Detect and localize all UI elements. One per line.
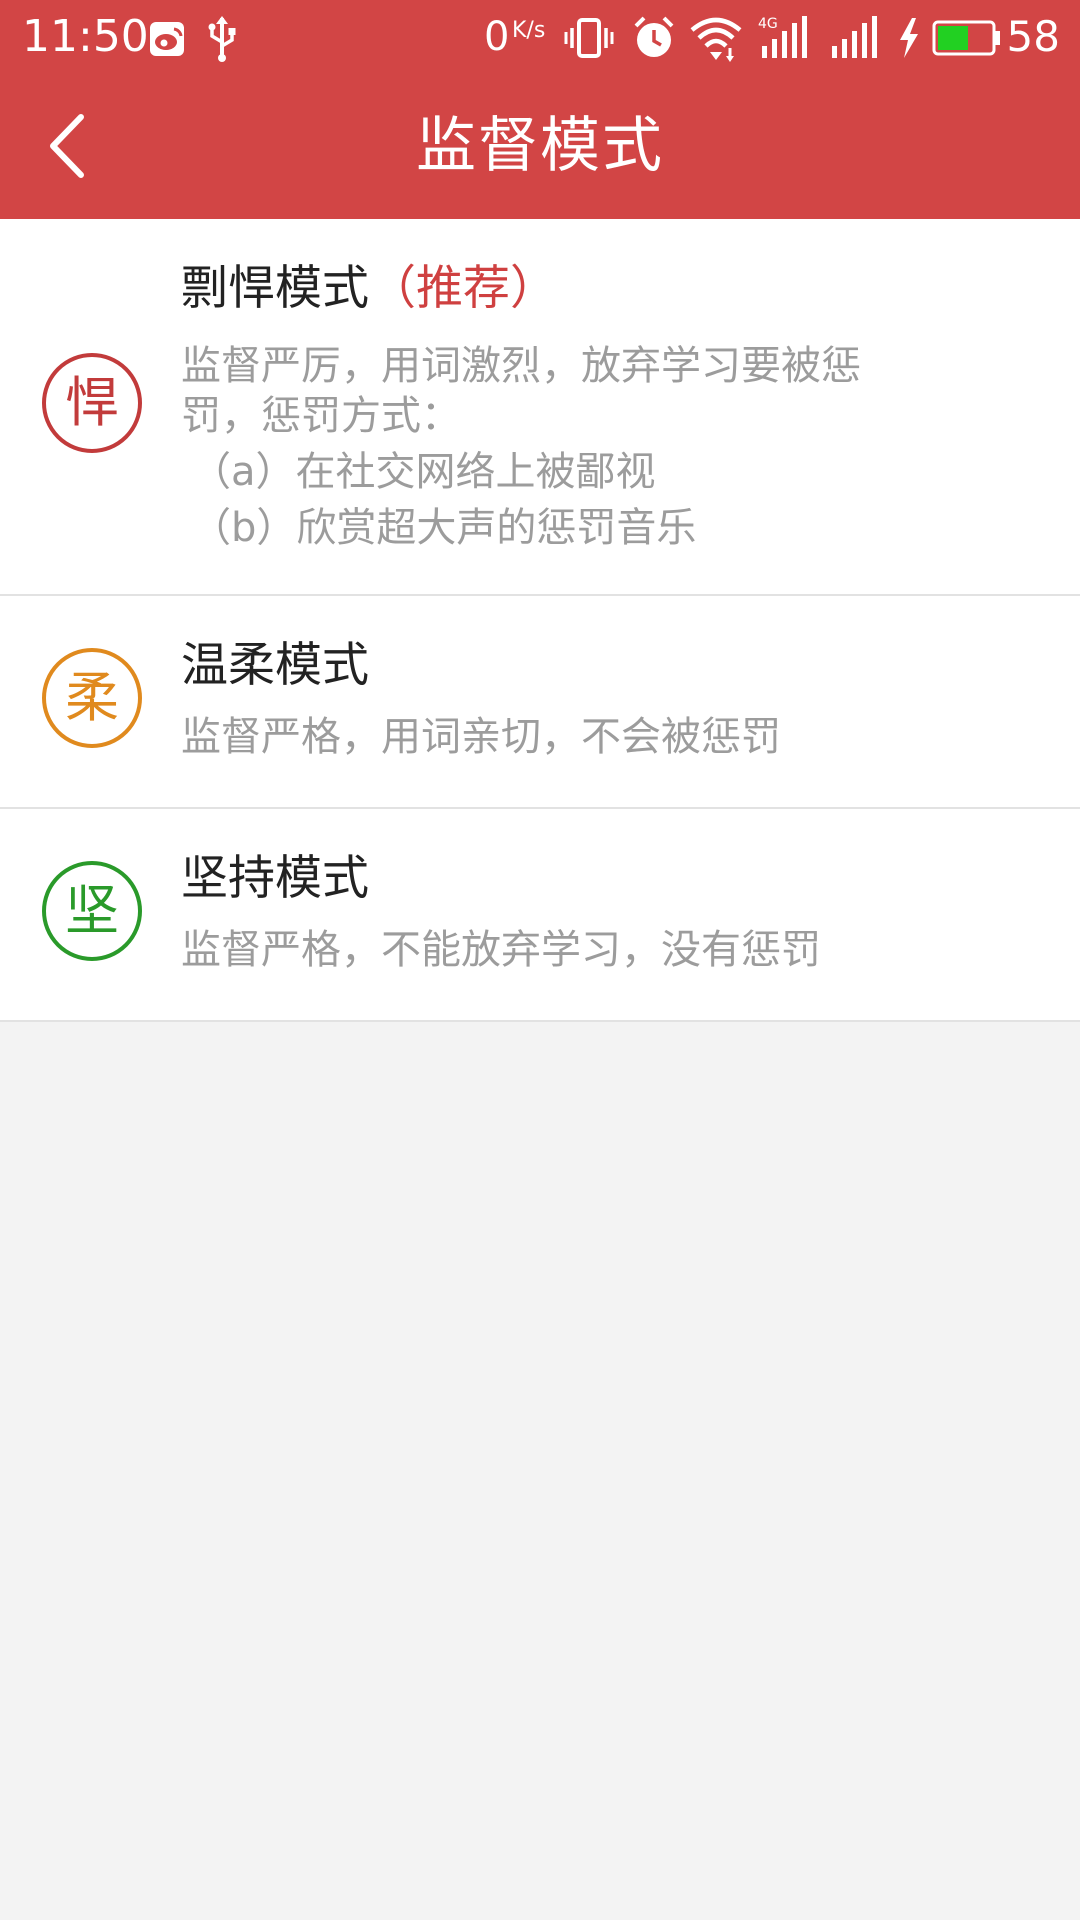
net-speed-value: 0 (484, 14, 510, 60)
penalty-line: （b）欣赏超大声的惩罚音乐 (191, 505, 697, 551)
battery-percent: 58 (1006, 12, 1060, 61)
mode-list: 悍 剽悍模式（推荐） 监督严厉，用词激烈，放弃学习要被惩 罚，惩罚方式： （a）… (0, 219, 1080, 1022)
mode-description: 监督严格，不能放弃学习，没有惩罚 (181, 925, 921, 975)
mode-title: 坚持模式 (181, 849, 369, 909)
mode-item-gentle[interactable]: 柔 温柔模式 监督严格，用词亲切，不会被惩罚 (0, 596, 1080, 809)
status-time: 11:50 (22, 11, 149, 62)
fierce-badge-icon: 悍 (42, 353, 142, 453)
desc-line: 监督严格，不能放弃学习，没有惩罚 (181, 927, 821, 973)
badge-char: 柔 (65, 666, 119, 729)
signal-icon (828, 12, 882, 64)
desc-line: 监督严格，用词亲切，不会被惩罚 (181, 714, 781, 760)
mode-description: 监督严厉，用词激烈，放弃学习要被惩 罚，惩罚方式： （a）在社交网络上被鄙视 （… (181, 341, 921, 553)
page-title: 监督模式 (416, 111, 664, 181)
svg-text:4G: 4G (758, 16, 778, 32)
mode-title: 温柔模式 (181, 636, 369, 696)
mode-title-text: 坚持模式 (181, 851, 369, 906)
alarm-icon (632, 12, 676, 64)
recommend-tag: （推荐） (369, 261, 557, 316)
desc-line: 罚，惩罚方式： (181, 393, 461, 439)
signal-4g-icon: 4G (758, 12, 812, 64)
mode-item-persist[interactable]: 坚 坚持模式 监督严格，不能放弃学习，没有惩罚 (0, 809, 1080, 1022)
mode-title-text: 温柔模式 (181, 638, 369, 693)
usb-icon (204, 12, 240, 64)
badge-char: 坚 (65, 879, 119, 942)
gentle-badge-icon: 柔 (42, 648, 142, 748)
desc-line: 监督严厉，用词激烈，放弃学习要被惩 (181, 343, 861, 389)
app-toolbar: 监督模式 (0, 76, 1080, 219)
battery-icon (932, 12, 1002, 64)
weibo-icon (148, 12, 188, 64)
persist-badge-icon: 坚 (42, 861, 142, 961)
charging-icon (896, 12, 922, 64)
status-bar: 11:50 0 K/s 4G 58 (0, 0, 1080, 76)
mode-title-text: 剽悍模式 (181, 261, 369, 316)
mode-description: 监督严格，用词亲切，不会被惩罚 (181, 712, 921, 762)
penalty-line: （a）在社交网络上被鄙视 (191, 449, 656, 495)
mode-title: 剽悍模式（推荐） (181, 259, 557, 319)
mode-item-fierce[interactable]: 悍 剽悍模式（推荐） 监督严厉，用词激烈，放弃学习要被惩 罚，惩罚方式： （a）… (0, 219, 1080, 596)
wifi-icon (690, 12, 742, 64)
badge-char: 悍 (65, 371, 119, 434)
vibrate-icon (564, 12, 614, 64)
screen: 11:50 0 K/s 4G 58 监督模式 悍 剽悍模式（推荐） 监督严厉，用… (0, 0, 1080, 1920)
net-speed-unit: K/s (512, 18, 546, 43)
